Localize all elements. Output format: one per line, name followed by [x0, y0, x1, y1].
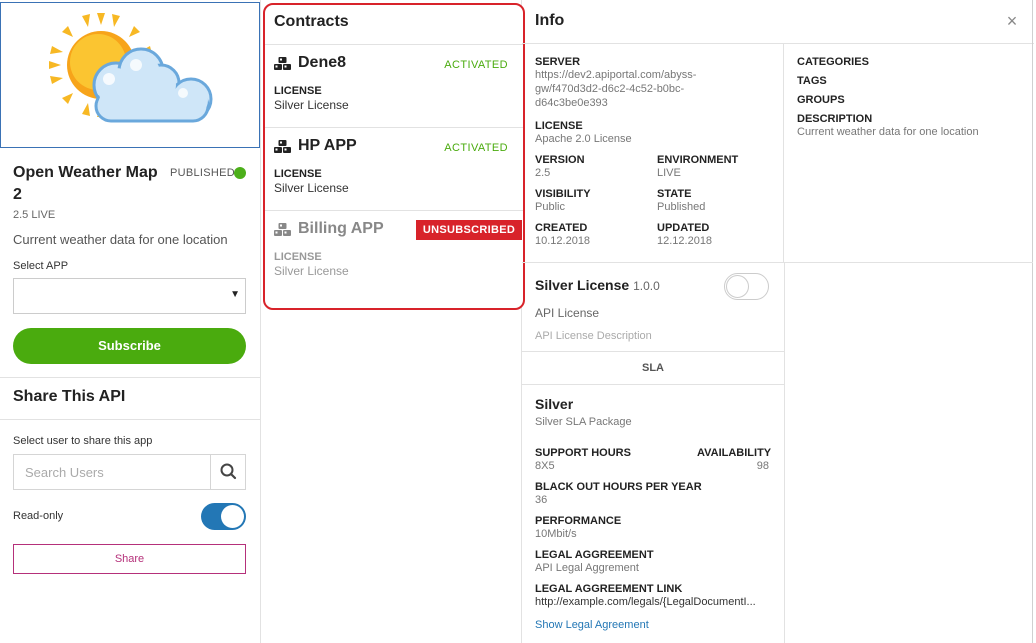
api-thumbnail	[0, 2, 260, 148]
updated-value: 12.12.2018	[657, 235, 713, 247]
server-url-line: gw/f470d3d2-d6c2-4c52-b0bc-	[535, 83, 685, 95]
legal-agreement-label: LEGAL AGGREEMENT	[535, 549, 654, 561]
license-card-name: Silver License	[535, 277, 630, 293]
contracts-panel: Contracts Dene8 ACTIVATED LICENSE Silver…	[263, 3, 525, 310]
chevron-down-icon: ▼	[230, 289, 240, 300]
visibility-label: VISIBILITY	[535, 188, 591, 200]
license-value: Apache 2.0 License	[535, 133, 632, 145]
contract-license-value: Silver License	[274, 264, 349, 278]
sla-package: Silver SLA Package	[535, 416, 632, 428]
contract-license-label: LICENSE	[274, 168, 322, 180]
sun-cloud-icon	[49, 13, 213, 123]
support-hours-label: SUPPORT HOURS	[535, 447, 631, 459]
api-title: Open Weather Map 2	[13, 164, 158, 203]
divider	[522, 262, 1033, 263]
cubes-icon	[274, 223, 291, 236]
share-section-title: Share This API	[13, 388, 126, 405]
blackout-value: 36	[535, 494, 548, 506]
info-header: Info ×	[522, 0, 1034, 44]
toggle-knob	[726, 275, 749, 298]
toggle-knob	[221, 505, 244, 528]
search-users-box	[13, 454, 246, 490]
search-icon	[220, 463, 237, 480]
readonly-label: Read-only	[13, 510, 64, 522]
tab-sla[interactable]: SLA	[522, 351, 784, 385]
api-license-description: API License Description	[535, 330, 652, 342]
license-toggle[interactable]	[724, 273, 769, 300]
panel-border	[1032, 0, 1033, 643]
legal-link-value: http://example.com/legals/{LegalDocument…	[535, 596, 756, 608]
contract-card[interactable]: HP APP ACTIVATED LICENSE Silver License	[265, 128, 523, 211]
api-description: Current weather data for one location	[13, 232, 228, 247]
status-dot-icon	[234, 167, 246, 179]
description-value: Current weather data for one location	[797, 126, 979, 138]
license-card-version: 1.0.0	[633, 279, 660, 293]
blackout-label: BLACK OUT HOURS PER YEAR	[535, 481, 702, 493]
divider	[784, 263, 785, 643]
select-user-label: Select user to share this app	[13, 435, 153, 447]
state-value: Published	[657, 201, 706, 213]
contract-app-name: Billing APP	[298, 220, 384, 237]
contracts-title: Contracts	[265, 5, 523, 45]
performance-label: PERFORMANCE	[535, 515, 622, 527]
state-label: STATE	[657, 188, 692, 200]
contract-license-label: LICENSE	[274, 251, 322, 263]
cubes-icon	[274, 140, 291, 153]
search-users-input[interactable]	[14, 455, 211, 489]
legal-agreement-value: API Legal Aggrement	[535, 562, 639, 574]
subscribe-button[interactable]: Subscribe	[13, 328, 246, 364]
server-url-line: d64c3be0e393	[535, 97, 608, 109]
legal-link-label: LEGAL AGGREEMENT LINK	[535, 583, 683, 595]
description-label: DESCRIPTION	[797, 113, 873, 125]
license-label: LICENSE	[535, 120, 583, 132]
share-button[interactable]: Share	[13, 544, 246, 574]
environment-value: LIVE	[657, 167, 681, 179]
tags-label: TAGS	[797, 75, 827, 87]
select-app-label: Select APP	[13, 260, 69, 272]
contract-status-badge: UNSUBSCRIBED	[416, 220, 522, 240]
categories-label: CATEGORIES	[797, 56, 869, 68]
created-value: 10.12.2018	[535, 235, 591, 247]
contract-card[interactable]: Dene8 ACTIVATED LICENSE Silver License	[265, 45, 523, 128]
select-app-dropdown[interactable]: ▼	[13, 278, 246, 314]
environment-label: ENVIRONMENT	[657, 154, 739, 166]
cubes-icon	[274, 57, 291, 70]
contract-app-name: Dene8	[298, 54, 347, 71]
api-version-live: 2.5 LIVE	[13, 209, 56, 221]
readonly-toggle[interactable]	[201, 503, 246, 530]
server-url-line: https://dev2.apiportal.com/abyss-	[535, 69, 697, 81]
search-button[interactable]	[210, 455, 245, 489]
contract-status-badge: ACTIVATED	[444, 59, 508, 71]
divider	[0, 419, 260, 420]
version-label: VERSION	[535, 154, 585, 166]
license-card-title: Silver License 1.0.0	[535, 277, 660, 293]
contract-license-label: LICENSE	[274, 85, 322, 97]
contract-status-badge: ACTIVATED	[444, 142, 508, 154]
publish-status: PUBLISHED	[170, 167, 236, 179]
sla-name: Silver	[535, 396, 574, 412]
server-label: SERVER	[535, 56, 581, 68]
contract-license-value: Silver License	[274, 98, 349, 112]
created-label: CREATED	[535, 222, 588, 234]
show-legal-agreement-link[interactable]: Show Legal Agreement	[535, 619, 649, 631]
contract-card[interactable]: Billing APP UNSUBSCRIBED LICENSE Silver …	[265, 211, 523, 294]
support-hours-value: 8X5	[535, 460, 555, 472]
contract-app-name: HP APP	[298, 137, 357, 154]
availability-label: AVAILABILITY	[697, 447, 772, 459]
info-title: Info	[535, 12, 565, 29]
updated-label: UPDATED	[657, 222, 710, 234]
performance-value: 10Mbit/s	[535, 528, 577, 540]
divider	[0, 377, 260, 378]
visibility-value: Public	[535, 201, 565, 213]
availability-value: 98	[756, 460, 769, 472]
contract-license-value: Silver License	[274, 181, 349, 195]
api-license: API License	[535, 306, 600, 320]
version-value: 2.5	[535, 167, 551, 179]
groups-label: GROUPS	[797, 94, 845, 106]
close-icon[interactable]: ×	[1003, 11, 1021, 32]
